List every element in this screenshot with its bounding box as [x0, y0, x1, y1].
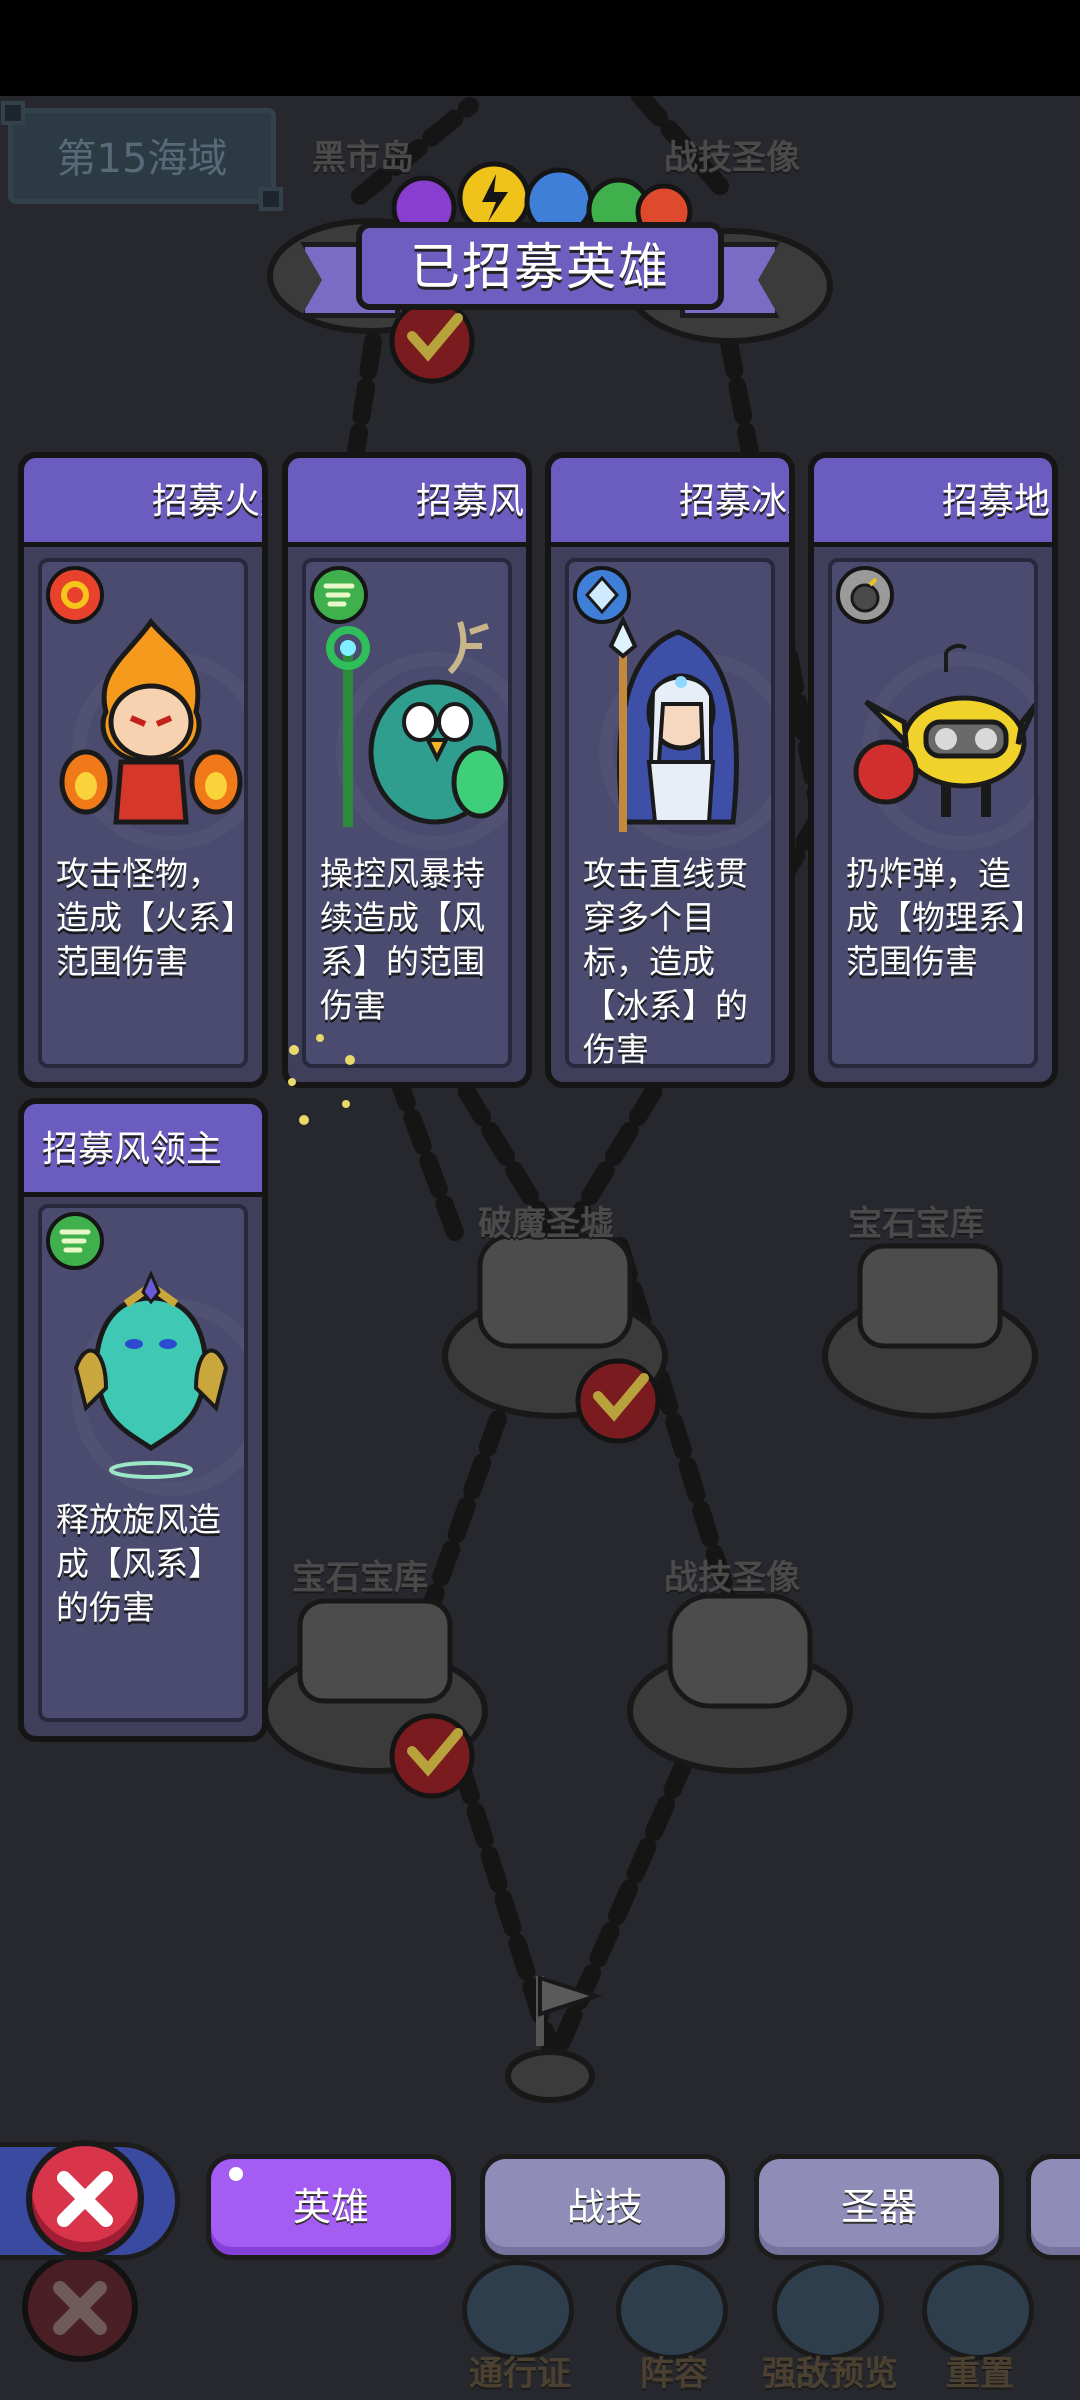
tab-skills[interactable]: 战技 — [480, 2154, 730, 2260]
card-header: 招募地系 — [814, 458, 1052, 547]
card-body: 攻击怪物，造成【火系】范围伤害 — [38, 558, 248, 1068]
tab-indicator-dot — [229, 2167, 243, 2181]
banner-title: 已招募英雄 — [356, 222, 724, 310]
tab-heroes-label: 英雄 — [292, 2185, 369, 2229]
node-label-gem-vault: 宝石宝库 — [848, 1204, 984, 1244]
refresh-icon — [922, 2260, 1034, 2360]
card-header: 招募风领主 — [24, 1104, 262, 1197]
nav-reset-label: 重置 — [946, 2354, 1014, 2394]
node-label-anti-magic-ruins: 破魔圣墟 — [478, 1204, 614, 1244]
status-bar — [0, 0, 1080, 96]
sea-area-label: 第15海域 — [1, 101, 283, 211]
tab-more[interactable] — [1026, 2154, 1080, 2260]
tab-artifacts-label: 圣器 — [840, 2185, 917, 2229]
wind-hero-portrait — [326, 621, 508, 827]
tab-artifacts[interactable]: 圣器 — [754, 2154, 1004, 2260]
panel-tab-row: 英雄 战技 圣器 — [0, 2138, 1080, 2268]
card-title: 招募冰霜 — [678, 481, 789, 522]
card-title: 招募火焰 — [151, 481, 262, 522]
nav-pass-label: 通行证 — [469, 2354, 571, 2394]
close-button[interactable] — [26, 2140, 144, 2258]
nav-pass[interactable]: 通行证 — [450, 2250, 590, 2400]
recruited-heroes-banner: 已招募英雄 — [300, 220, 780, 320]
card-header: 招募冰霜 — [551, 458, 789, 547]
sparkle-effect — [288, 1034, 355, 1125]
close-icon — [57, 2171, 113, 2227]
card-title: 招募风领主 — [42, 1129, 223, 1170]
card-description: 攻击怪物，造成【火系】范围伤害 — [56, 854, 238, 981]
tab-heroes[interactable]: 英雄 — [206, 2154, 456, 2260]
bottom-navigation: 通行证 阵容 强敌预览 重置 — [0, 2250, 1080, 2400]
hero-card-wind-lord[interactable]: 招募风领主 释放旋风造成【风系】的伤害 — [18, 1098, 268, 1742]
card-description: 操控风暴持续造成【风系】的范围伤害 — [320, 854, 485, 1025]
card-description: 扔炸弹，造成【物理系】范围伤害 — [846, 854, 1028, 981]
bomber-hero-portrait — [853, 643, 1034, 817]
card-body: 攻击直线贯穿多个目标，造成【冰系】的伤害 — [565, 558, 775, 1068]
hero-card-ice[interactable]: 招募冰霜 攻击直线贯穿多个目标，造成【冰系】的伤害 — [545, 452, 795, 1088]
magnifier-icon — [772, 2260, 884, 2360]
tab-skills-label: 战技 — [566, 2185, 643, 2229]
ice-hero-portrait — [608, 615, 739, 832]
nav-enemy-preview[interactable]: 强敌预览 — [760, 2250, 900, 2400]
hero-card-fire[interactable]: 招募火焰 攻击怪物，造成【火系】范围伤害 — [18, 452, 268, 1088]
node-label-skill-statue-2: 战技圣像 — [664, 1558, 800, 1598]
nav-lineup-label: 阵容 — [640, 2354, 708, 2394]
fire-hero-portrait — [59, 617, 243, 825]
card-title: 招募地系 — [941, 481, 1052, 522]
card-description: 释放旋风造成【风系】的伤害 — [56, 1500, 221, 1627]
card-body: 释放旋风造成【风系】的伤害 — [38, 1204, 248, 1722]
nav-lineup[interactable]: 阵容 — [604, 2250, 744, 2400]
nav-reset[interactable]: 重置 — [910, 2250, 1050, 2400]
wind-lord-portrait — [73, 1270, 229, 1479]
hero-card-wind[interactable]: 招募风系 操控风暴持续造成【风系】的范围伤害 — [282, 452, 532, 1088]
card-description: 攻击直线贯穿多个目标，造成【冰系】的伤害 — [583, 854, 748, 1068]
card-body: 扔炸弹，造成【物理系】范围伤害 — [828, 558, 1038, 1068]
node-label-gem-vault-2: 宝石宝库 — [292, 1558, 428, 1598]
lineup-icon — [616, 2260, 728, 2360]
card-header: 招募火焰 — [24, 458, 262, 547]
card-header: 招募风系 — [288, 458, 526, 547]
pass-icon — [462, 2260, 574, 2360]
card-body: 操控风暴持续造成【风系】的范围伤害 — [302, 558, 512, 1068]
hero-card-earth[interactable]: 招募地系 扔炸弹，造成【物理系】范围伤害 — [808, 452, 1058, 1088]
card-title: 招募风系 — [415, 481, 526, 522]
